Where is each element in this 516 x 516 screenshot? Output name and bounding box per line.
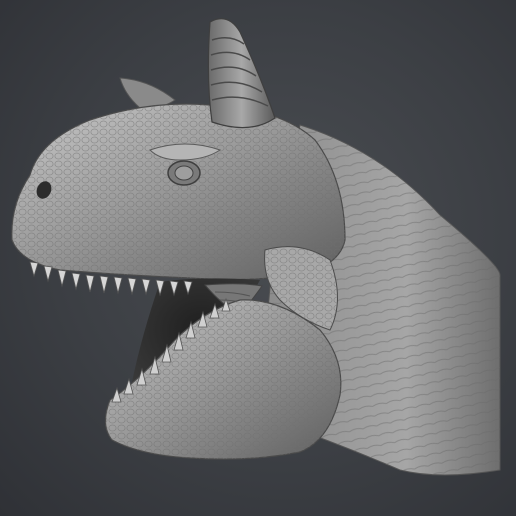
horn <box>207 18 276 129</box>
eye <box>167 160 201 186</box>
sculpt-viewport[interactable] <box>0 0 516 516</box>
dinosaur-head-sculpt-icon <box>11 18 501 476</box>
rear-crest <box>119 77 176 109</box>
